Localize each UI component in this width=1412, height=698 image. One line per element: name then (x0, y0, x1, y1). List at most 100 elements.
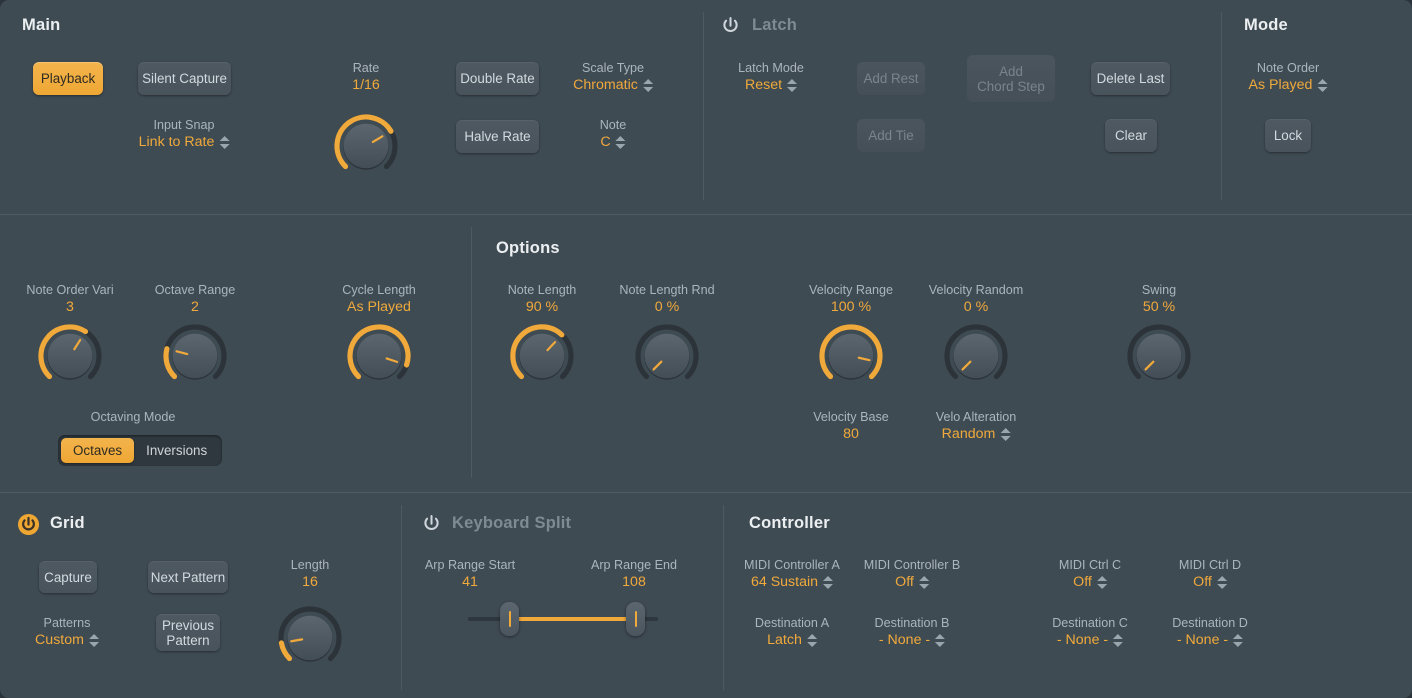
latch-power-button[interactable] (719, 15, 742, 38)
note-length-rnd-label: Note Length Rnd (619, 283, 714, 297)
grid-length-knob[interactable] (274, 602, 346, 674)
midi-ctrl-c-value-text: Off (1073, 574, 1092, 590)
octaving-mode-segmented[interactable]: Octaves Inversions (58, 435, 222, 466)
midi-controller-a-label: MIDI Controller A (744, 558, 840, 572)
note-length-label: Note Length (508, 283, 577, 297)
destination-d-value-text: - None - (1177, 632, 1228, 648)
chevron-updown-icon[interactable] (919, 576, 929, 589)
input-snap-value-text: Link to Rate (139, 134, 215, 150)
destination-c-value[interactable]: - None - (1057, 632, 1123, 648)
add-tie-button[interactable]: Add Tie (857, 119, 925, 152)
chevron-updown-icon[interactable] (89, 634, 99, 647)
octaving-mode-octaves[interactable]: Octaves (61, 438, 134, 463)
add-chord-step-button[interactable]: Add Chord Step (967, 55, 1055, 102)
swing-knob[interactable] (1123, 320, 1195, 392)
divider-options-inner (471, 227, 472, 478)
arp-range-end-handle[interactable] (626, 602, 645, 636)
midi-controller-b-label: MIDI Controller B (864, 558, 961, 572)
cycle-length-knob[interactable] (343, 320, 415, 392)
destination-d-label: Destination D (1172, 616, 1248, 630)
halve-rate-button[interactable]: Halve Rate (456, 120, 539, 153)
midi-controller-b-value[interactable]: Off (895, 574, 929, 590)
double-rate-button[interactable]: Double Rate (456, 62, 539, 95)
chevron-updown-icon[interactable] (823, 576, 833, 589)
rate-value: 1/16 (352, 77, 380, 93)
previous-pattern-button[interactable]: Previous Pattern (156, 614, 220, 651)
note-value-text: C (600, 134, 610, 150)
swing-value: 50 % (1143, 299, 1175, 315)
grid-power-button[interactable] (17, 513, 40, 536)
divider-options-bottom (0, 492, 1412, 493)
midi-ctrl-d-value[interactable]: Off (1193, 574, 1227, 590)
input-snap-label: Input Snap (154, 118, 215, 132)
chevron-updown-icon[interactable] (935, 634, 945, 647)
octaving-mode-inversions[interactable]: Inversions (134, 438, 219, 463)
velo-alteration-value[interactable]: Random (942, 426, 1011, 442)
destination-d-value[interactable]: - None - (1177, 632, 1243, 648)
octave-range-knob[interactable] (159, 320, 231, 392)
next-pattern-button[interactable]: Next Pattern (148, 561, 228, 593)
velocity-range-knob[interactable] (815, 320, 887, 392)
velocity-random-knob[interactable] (940, 320, 1012, 392)
cycle-length-label: Cycle Length (342, 283, 416, 297)
playback-button[interactable]: Playback (33, 62, 103, 95)
chevron-updown-icon[interactable] (1000, 428, 1010, 441)
chevron-updown-icon[interactable] (616, 136, 626, 149)
grid-capture-button[interactable]: Capture (39, 561, 97, 593)
divider-main-latch (703, 12, 704, 200)
input-snap-value[interactable]: Link to Rate (139, 134, 230, 150)
velocity-base-value: 80 (843, 426, 859, 442)
arp-range-start-handle[interactable] (500, 602, 519, 636)
midi-controller-a-value[interactable]: 64 Sustain (751, 574, 833, 590)
chevron-updown-icon[interactable] (787, 79, 797, 92)
note-length-rnd-value: 0 % (655, 299, 679, 315)
mode-section-title: Mode (1244, 16, 1288, 35)
rate-label: Rate (353, 61, 380, 75)
scale-type-value[interactable]: Chromatic (573, 77, 653, 93)
divider-latch-mode (1221, 12, 1222, 200)
patterns-value[interactable]: Custom (35, 632, 99, 648)
delete-last-button[interactable]: Delete Last (1091, 62, 1170, 95)
arp-range-end-value: 108 (622, 574, 646, 590)
note-order-value[interactable]: As Played (1249, 77, 1328, 93)
chevron-updown-icon[interactable] (219, 136, 229, 149)
note-length-rnd-knob[interactable] (631, 320, 703, 392)
latch-mode-label: Latch Mode (738, 61, 804, 75)
lock-button[interactable]: Lock (1265, 119, 1311, 152)
chevron-updown-icon[interactable] (807, 634, 817, 647)
destination-a-value[interactable]: Latch (767, 632, 817, 648)
rate-knob[interactable] (330, 110, 402, 182)
arpeggiator-plugin-window: Main Playback Silent Capture Input Snap … (0, 0, 1412, 698)
chevron-updown-icon[interactable] (1233, 634, 1243, 647)
destination-b-value-text: - None - (879, 632, 930, 648)
keyboard-split-section-title: Keyboard Split (452, 514, 571, 533)
swing-label: Swing (1142, 283, 1176, 297)
add-rest-button[interactable]: Add Rest (857, 62, 925, 95)
main-section-title: Main (22, 16, 60, 35)
chevron-updown-icon[interactable] (1217, 576, 1227, 589)
chevron-updown-icon[interactable] (1113, 634, 1123, 647)
chevron-updown-icon[interactable] (643, 79, 653, 92)
arp-range-end-label: Arp Range End (591, 558, 677, 572)
midi-controller-a-value-text: 64 Sustain (751, 574, 818, 590)
destination-a-label: Destination A (755, 616, 829, 630)
chevron-updown-icon[interactable] (1097, 576, 1107, 589)
latch-mode-value[interactable]: Reset (745, 77, 797, 93)
latch-mode-value-text: Reset (745, 77, 782, 93)
note-length-knob[interactable] (506, 320, 578, 392)
arp-range-slider[interactable] (468, 602, 658, 636)
destination-c-label: Destination C (1052, 616, 1128, 630)
arp-range-fill (508, 617, 636, 621)
note-value[interactable]: C (600, 134, 625, 150)
destination-b-value[interactable]: - None - (879, 632, 945, 648)
silent-capture-button[interactable]: Silent Capture (138, 62, 231, 95)
chevron-updown-icon[interactable] (1317, 79, 1327, 92)
controller-section-title: Controller (749, 514, 830, 533)
scale-type-label: Scale Type (582, 61, 644, 75)
midi-ctrl-d-value-text: Off (1193, 574, 1212, 590)
keyboard-split-power-button[interactable] (420, 513, 443, 536)
velocity-random-label: Velocity Random (929, 283, 1024, 297)
clear-button[interactable]: Clear (1105, 119, 1157, 152)
midi-ctrl-c-value[interactable]: Off (1073, 574, 1107, 590)
note-order-vari-knob[interactable] (34, 320, 106, 392)
